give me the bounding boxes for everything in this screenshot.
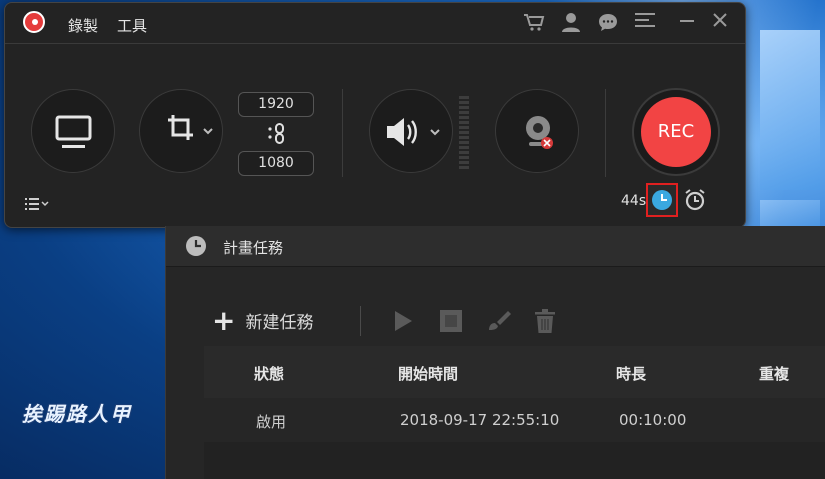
crop-icon xyxy=(168,115,213,140)
windows-logo-pane xyxy=(760,30,820,190)
panel-header: 計畫任務 xyxy=(166,226,825,267)
task-table: 狀態 開始時間 時長 重複 啟用 2018-09-17 22:55:10 00:… xyxy=(204,346,825,479)
chat-icon[interactable] xyxy=(597,12,619,34)
task-schedule-button[interactable] xyxy=(646,183,678,217)
new-task-button[interactable]: + 新建任務 xyxy=(212,303,314,337)
alarm-clock-icon xyxy=(685,189,705,211)
clock-icon xyxy=(652,190,672,210)
panel-title: 計畫任務 xyxy=(223,239,284,257)
app-logo xyxy=(23,11,45,33)
audio-level-meter xyxy=(459,96,469,172)
system-audio-button[interactable] xyxy=(369,89,453,173)
brush-icon[interactable] xyxy=(485,308,511,334)
width-input[interactable]: 1920 xyxy=(238,92,314,117)
column-duration: 時長 xyxy=(616,365,647,383)
play-icon[interactable] xyxy=(390,308,416,334)
clock-icon xyxy=(184,234,208,258)
toolbar-separator xyxy=(360,306,361,336)
row-start-time: 2018-09-17 22:55:10 xyxy=(400,411,560,429)
link-ratio-icon[interactable] xyxy=(267,121,287,147)
titlebar: 錄製 工具 xyxy=(5,3,745,43)
speaker-icon xyxy=(387,118,440,146)
plus-icon: + xyxy=(212,303,236,337)
row-status: 啟用 xyxy=(256,413,287,431)
schedule-task-panel: 計畫任務 + 新建任務 狀態 開始時間 時長 重複 啟用 2018-09-17 … xyxy=(165,226,825,479)
webcam-off-icon xyxy=(526,116,553,149)
menu-icon[interactable] xyxy=(634,12,656,34)
rec-button-ring: REC xyxy=(632,88,720,176)
webcam-button[interactable] xyxy=(495,89,579,173)
recorder-window: 錄製 工具 1920 1080 REC 44s xyxy=(4,2,746,228)
column-start-time: 開始時間 xyxy=(398,365,459,383)
recording-list-button[interactable] xyxy=(25,197,51,215)
column-status: 狀態 xyxy=(254,365,285,383)
separator xyxy=(605,89,606,177)
close-icon[interactable] xyxy=(709,12,731,34)
user-icon[interactable] xyxy=(560,12,582,34)
height-input[interactable]: 1080 xyxy=(238,151,314,176)
auto-stop-button[interactable] xyxy=(683,187,707,213)
table-row[interactable]: 啟用 2018-09-17 22:55:10 00:10:00 xyxy=(204,398,825,442)
monitor-icon xyxy=(55,115,92,148)
column-repeat: 重複 xyxy=(759,365,790,383)
minimize-icon[interactable] xyxy=(676,12,698,34)
new-task-label: 新建任務 xyxy=(245,313,314,333)
titlebar-divider xyxy=(5,43,745,44)
region-select-button[interactable] xyxy=(139,89,223,173)
table-header: 狀態 開始時間 時長 重複 xyxy=(204,346,825,398)
display-select-button[interactable] xyxy=(31,89,115,173)
rec-button[interactable]: REC xyxy=(641,97,711,167)
scheduled-duration: 44s xyxy=(621,193,647,209)
cart-icon[interactable] xyxy=(523,12,545,34)
stop-icon[interactable] xyxy=(438,308,464,334)
list-icon xyxy=(25,198,49,210)
separator xyxy=(342,89,343,177)
trash-icon[interactable] xyxy=(532,308,558,334)
menu-record[interactable]: 錄製 xyxy=(68,15,98,36)
watermark: 挨踢路人甲 xyxy=(22,402,132,426)
menu-tools[interactable]: 工具 xyxy=(117,15,147,36)
row-duration: 00:10:00 xyxy=(619,411,687,429)
